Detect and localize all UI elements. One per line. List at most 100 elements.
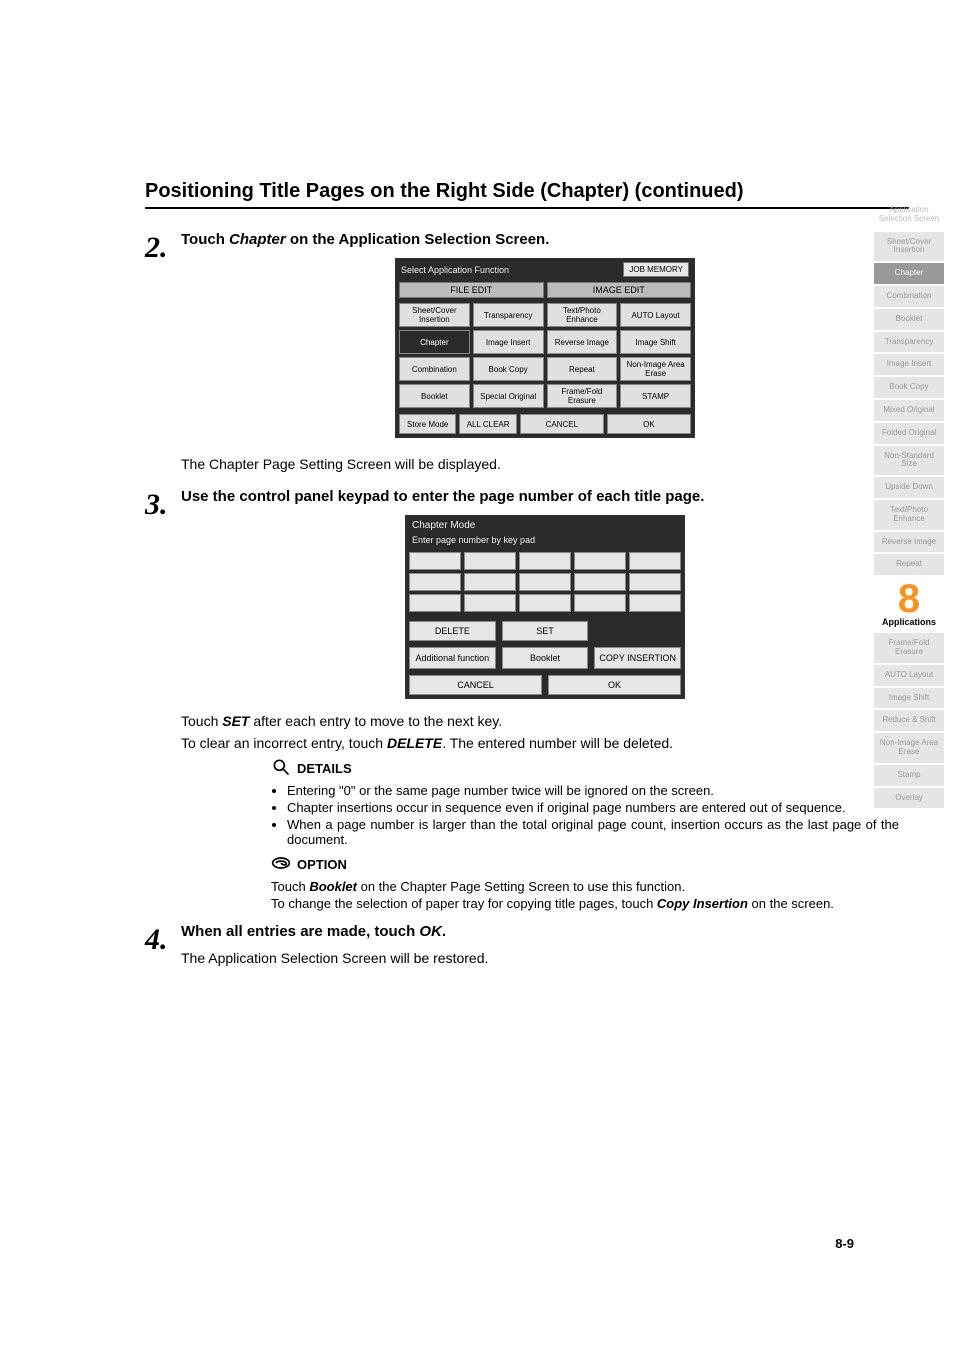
option-callout: OPTION Touch Booklet on the Chapter Page… xyxy=(271,853,899,911)
ch-title: Chapter Mode xyxy=(406,516,684,535)
app-btn[interactable]: Special Original xyxy=(473,384,544,408)
app-btn[interactable]: Combination xyxy=(399,357,470,381)
option-title: OPTION xyxy=(297,857,347,872)
sidebar-item[interactable]: Reduce & Shift xyxy=(874,710,944,731)
page-num-cell[interactable] xyxy=(409,594,461,612)
sidebar-item[interactable]: Stamp xyxy=(874,765,944,786)
page-num-cell[interactable] xyxy=(519,573,571,591)
txt: To clear an incorrect entry, touch xyxy=(181,735,387,751)
sidebar-item-chapter[interactable]: Chapter xyxy=(874,263,944,284)
sidebar-item[interactable]: Reverse Image xyxy=(874,532,944,553)
copy-insertion-button[interactable]: COPY INSERTION xyxy=(594,647,681,669)
page-num-cell[interactable] xyxy=(574,573,626,591)
app-btn[interactable]: Image Insert xyxy=(473,330,544,354)
swirl-icon xyxy=(271,853,291,876)
job-memory-button[interactable]: JOB MEMORY xyxy=(623,262,689,277)
txt: on the Chapter Page Setting Screen to us… xyxy=(357,879,685,894)
app-btn[interactable]: Frame/Fold Erasure xyxy=(547,384,618,408)
txt: on the Application Selection Screen. xyxy=(286,231,550,248)
sidebar-item[interactable]: Transparency xyxy=(874,332,944,353)
app-btn[interactable]: Image Shift xyxy=(620,330,691,354)
sidebar-item[interactable]: Non-Image Area Erase xyxy=(874,733,944,763)
sidebar-item[interactable]: Image Shift xyxy=(874,688,944,709)
booklet-button[interactable]: Booklet xyxy=(502,647,589,669)
app-btn[interactable]: Repeat xyxy=(547,357,618,381)
page-num-cell[interactable] xyxy=(574,594,626,612)
app-btn[interactable]: Book Copy xyxy=(473,357,544,381)
page-num-cell[interactable] xyxy=(519,594,571,612)
ok-button[interactable]: OK xyxy=(548,675,681,695)
page-num-cell[interactable] xyxy=(464,552,516,570)
sidebar-item[interactable]: Non-Standard Size xyxy=(874,446,944,476)
sidebar-item[interactable]: Text/Photo Enhance xyxy=(874,500,944,530)
file-edit-tab[interactable]: FILE EDIT xyxy=(399,282,544,298)
page-num-cell[interactable] xyxy=(409,552,461,570)
sidebar-item[interactable]: Repeat xyxy=(874,554,944,575)
keyword-set: SET xyxy=(222,713,249,729)
store-mode-button[interactable]: Store Mode xyxy=(399,414,456,434)
sidebar-item[interactable]: Book Copy xyxy=(874,377,944,398)
set-button[interactable]: SET xyxy=(502,621,589,641)
page-num-cell[interactable] xyxy=(629,573,681,591)
step-3-after-1: Touch SET after each entry to move to th… xyxy=(181,713,909,729)
sidebar-item[interactable]: Folded Original xyxy=(874,423,944,444)
page-num-cell[interactable] xyxy=(629,594,681,612)
app-title: Select Application Function xyxy=(401,265,509,275)
app-btn-chapter[interactable]: Chapter xyxy=(399,330,470,354)
sidebar-item[interactable]: Mixed Original xyxy=(874,400,944,421)
txt: Touch xyxy=(271,879,309,894)
details-item: When a page number is larger than the to… xyxy=(287,817,899,847)
app-btn[interactable]: AUTO Layout xyxy=(620,303,691,327)
chapter-mode-screenshot: Chapter Mode Enter page number by key pa… xyxy=(405,515,685,699)
app-btn[interactable]: Booklet xyxy=(399,384,470,408)
sidebar-item[interactable]: Application Selection Screen xyxy=(874,200,944,230)
step-2: 2. Touch Chapter on the Application Sele… xyxy=(145,231,909,478)
option-p1: Touch Booklet on the Chapter Page Settin… xyxy=(271,879,899,894)
details-title: DETAILS xyxy=(297,761,352,776)
ok-button[interactable]: OK xyxy=(607,414,691,434)
page-num-cell[interactable] xyxy=(464,594,516,612)
app-btn[interactable]: Non-Image Area Erase xyxy=(620,357,691,381)
step-4-after: The Application Selection Screen will be… xyxy=(181,950,909,966)
sidebar-item[interactable]: Sheet/Cover Insertion xyxy=(874,232,944,262)
sidebar-item[interactable]: Overlay xyxy=(874,788,944,809)
app-btn[interactable]: Transparency xyxy=(473,303,544,327)
details-item: Entering "0" or the same page number twi… xyxy=(287,783,899,798)
image-edit-tab[interactable]: IMAGE EDIT xyxy=(547,282,692,298)
sidebar-item[interactable]: AUTO Layout xyxy=(874,665,944,686)
step-number: 2. xyxy=(145,231,181,478)
step-2-lead: Touch Chapter on the Application Selecti… xyxy=(181,231,909,248)
sidebar-item[interactable]: Frame/Fold Erasure xyxy=(874,633,944,663)
page-num-cell[interactable] xyxy=(409,573,461,591)
txt: . xyxy=(442,923,446,940)
step-3-lead: Use the control panel keypad to enter th… xyxy=(181,488,909,505)
txt: Touch xyxy=(181,231,229,248)
delete-button[interactable]: DELETE xyxy=(409,621,496,641)
all-clear-button[interactable]: ALL CLEAR xyxy=(459,414,516,434)
sidebar-item[interactable]: Image Insert xyxy=(874,354,944,375)
chapter-badge: 8 Applications xyxy=(874,581,944,627)
app-btn[interactable]: STAMP xyxy=(620,384,691,408)
page-num-cell[interactable] xyxy=(519,552,571,570)
page-num-cell[interactable] xyxy=(574,552,626,570)
app-btn[interactable]: Reverse Image xyxy=(547,330,618,354)
step-4: 4. When all entries are made, touch OK. … xyxy=(145,923,909,972)
app-btn[interactable]: Text/Photo Enhance xyxy=(547,303,618,327)
additional-function-button[interactable]: Additional function xyxy=(409,647,496,669)
chapter-number: 8 xyxy=(874,579,944,619)
details-item: Chapter insertions occur in sequence eve… xyxy=(287,800,899,815)
txt: Touch xyxy=(181,713,222,729)
app-btn[interactable]: Sheet/Cover Insertion xyxy=(399,303,470,327)
cancel-button[interactable]: CANCEL xyxy=(520,414,604,434)
cancel-button[interactable]: CANCEL xyxy=(409,675,542,695)
page-num-cell[interactable] xyxy=(464,573,516,591)
txt: after each entry to move to the next key… xyxy=(249,713,502,729)
option-p2: To change the selection of paper tray fo… xyxy=(271,896,899,911)
page-num-cell[interactable] xyxy=(629,552,681,570)
sidebar-nav: Application Selection Screen Sheet/Cover… xyxy=(874,200,944,808)
step-4-lead: When all entries are made, touch OK. xyxy=(181,923,909,940)
sidebar-item[interactable]: Booklet xyxy=(874,309,944,330)
keyword-booklet: Booklet xyxy=(309,879,357,894)
sidebar-item[interactable]: Upside Down xyxy=(874,477,944,498)
sidebar-item[interactable]: Combination xyxy=(874,286,944,307)
